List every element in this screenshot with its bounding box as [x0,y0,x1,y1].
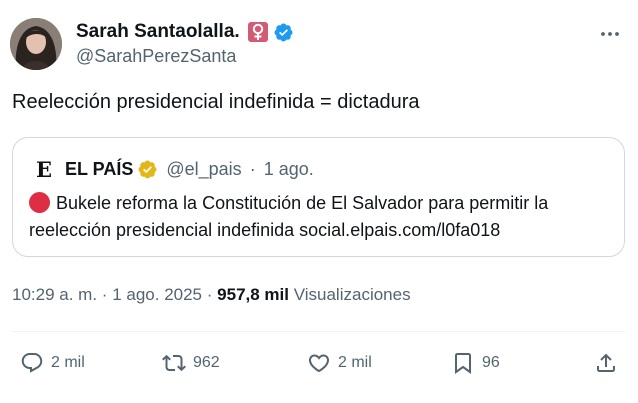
quote-author-name[interactable]: EL PAÍS [65,159,133,180]
like-count: 2 mil [338,354,372,371]
repost-count: 962 [193,354,220,371]
quote-body-text: Bukele reforma la Constitución de El Sal… [29,193,549,240]
repost-icon [162,354,186,372]
share-button[interactable] [594,345,618,381]
author-name-row: Sarah Santaolalla. [76,19,294,45]
reply-count: 2 mil [51,354,85,371]
quote-card[interactable]: E EL PAÍS @el_pais · 1 ago. Bukele refor… [12,137,625,257]
divider [12,331,625,332]
el-pais-logo: E [35,156,52,182]
like-button[interactable]: 2 mil [307,345,372,381]
meta-separator: · [206,285,213,304]
reply-button[interactable]: 2 mil [20,345,85,381]
quote-separator: · [249,158,256,179]
quote-body: Bukele reforma la Constitución de El Sal… [29,190,609,244]
quote-time[interactable]: 1 ago. [264,159,314,180]
venus-icon [247,22,268,42]
avatar[interactable] [10,18,62,70]
tweet-text: Reelección presidencial indefinida = dic… [12,91,420,113]
bookmark-icon [455,353,471,374]
tweet-meta: 10:29 a. m. · 1 ago. 2025 · 957,8 mil Vi… [12,285,411,305]
meta-separator: · [101,285,108,304]
quote-header: E EL PAÍS @el_pais · 1 ago. [33,156,314,182]
action-bar: 2 mil 962 2 mil 96 [0,345,638,381]
tweet: Sarah Santaolalla. @SarahPerezSanta Reel… [0,0,638,403]
verified-badge-icon[interactable] [273,22,294,43]
more-icon[interactable] [598,22,622,46]
bookmark-button[interactable]: 96 [451,345,500,381]
verified-org-badge-icon [138,160,157,178]
reply-icon [21,353,43,373]
author-handle[interactable]: @SarahPerezSanta [76,46,236,67]
views-count: 957,8 mil [217,285,289,304]
share-icon [597,353,615,372]
red-circle-icon [29,192,50,213]
heart-icon [308,354,330,373]
views-label: Visualizaciones [293,285,411,304]
repost-button[interactable]: 962 [162,345,220,381]
bookmark-count: 96 [482,354,500,371]
author-display-name[interactable]: Sarah Santaolalla. [76,21,240,43]
tweet-time[interactable]: 10:29 a. m. [12,285,97,304]
tweet-date[interactable]: 1 ago. 2025 [112,285,202,304]
quote-author-handle[interactable]: @el_pais [166,159,241,180]
